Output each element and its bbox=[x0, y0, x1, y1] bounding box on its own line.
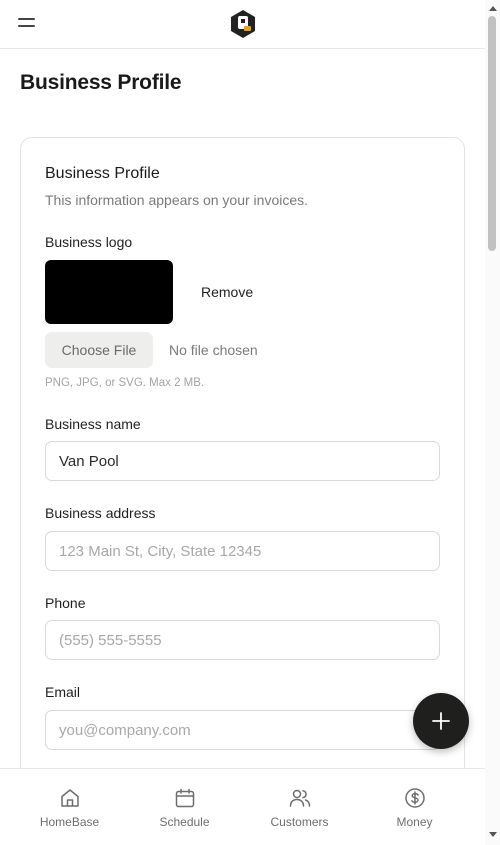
nav-label-customers: Customers bbox=[270, 815, 329, 829]
dollar-circle-icon bbox=[405, 788, 425, 808]
no-file-status: No file chosen bbox=[169, 342, 258, 358]
file-hint: PNG, JPG, or SVG. Max 2 MB. bbox=[45, 377, 205, 389]
phone-input[interactable] bbox=[45, 620, 440, 660]
business-logo-label: Business logo bbox=[45, 234, 133, 250]
brand-logo[interactable] bbox=[229, 9, 257, 39]
page-title: Business Profile bbox=[20, 71, 182, 94]
bottom-navigation: HomeBase Schedule Customers Money bbox=[0, 768, 485, 845]
logo-preview-image bbox=[45, 260, 173, 324]
nav-item-money[interactable]: Money bbox=[357, 769, 472, 845]
plus-icon bbox=[432, 712, 450, 730]
remove-logo-button[interactable]: Remove bbox=[201, 284, 253, 300]
nav-label-homebase: HomeBase bbox=[39, 815, 100, 829]
menu-icon[interactable] bbox=[18, 17, 35, 29]
nav-item-homebase[interactable]: HomeBase bbox=[12, 769, 127, 845]
nav-label-money: Money bbox=[396, 815, 433, 829]
top-bar bbox=[0, 0, 485, 49]
home-icon bbox=[61, 789, 79, 807]
business-name-label: Business name bbox=[45, 416, 141, 432]
business-address-label: Business address bbox=[45, 505, 156, 521]
calendar-icon bbox=[175, 788, 195, 808]
users-icon bbox=[289, 789, 311, 807]
add-button[interactable] bbox=[413, 693, 469, 749]
business-name-input[interactable] bbox=[45, 441, 440, 481]
email-input[interactable] bbox=[45, 710, 440, 750]
business-address-input[interactable] bbox=[45, 531, 440, 571]
scroll-up-icon[interactable] bbox=[489, 6, 497, 11]
nav-item-customers[interactable]: Customers bbox=[242, 769, 357, 845]
phone-label: Phone bbox=[45, 595, 86, 611]
card-title: Business Profile bbox=[45, 165, 160, 182]
scrollbar-thumb[interactable] bbox=[488, 16, 496, 251]
scroll-down-icon[interactable] bbox=[489, 832, 497, 837]
card-subtitle: This information appears on your invoice… bbox=[45, 192, 309, 208]
nav-item-schedule[interactable]: Schedule bbox=[127, 769, 242, 845]
choose-file-button[interactable]: Choose File bbox=[45, 332, 153, 368]
nav-label-schedule: Schedule bbox=[159, 815, 210, 829]
email-label: Email bbox=[45, 684, 81, 700]
